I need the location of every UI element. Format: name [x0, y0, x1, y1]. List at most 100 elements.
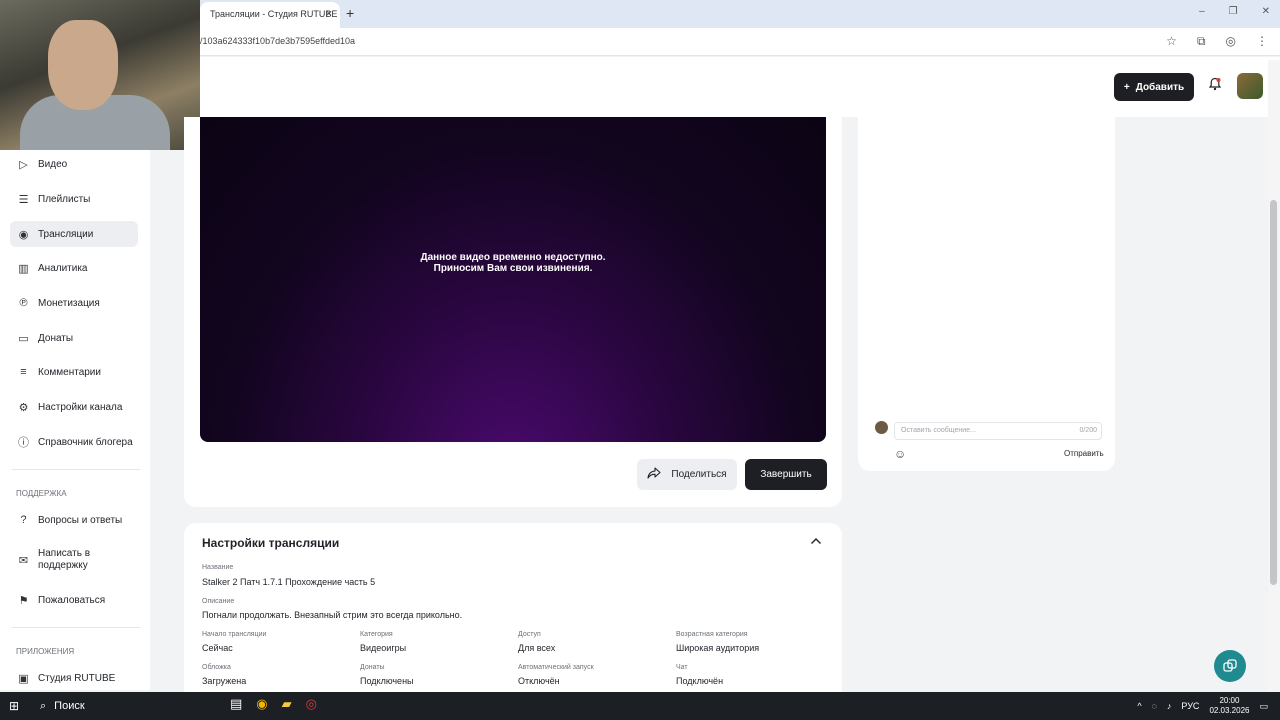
keyboard-language[interactable]: РУС	[1181, 701, 1199, 711]
system-tray: ^ ◌ ♪ РУС 20:00 02.03.2026 ▭	[1137, 696, 1268, 716]
field-value-cover: Загружена	[202, 676, 247, 686]
sidebar-item-channel-settings[interactable]: ⚙ Настройки канала	[10, 394, 138, 420]
sidebar-item-broadcasts[interactable]: ◉ Трансляции	[10, 221, 138, 247]
sidebar-item-label: Справочник блогера	[38, 436, 133, 448]
field-label-category: Категория	[360, 631, 393, 638]
window-controls: – ❐ ✕	[1199, 6, 1270, 17]
file-explorer-icon[interactable]: ▰	[282, 696, 292, 712]
sidebar-item-label: Плейлисты	[38, 193, 91, 205]
field-value-chat: Подключён	[676, 676, 724, 686]
page-scrollbar[interactable]	[1268, 60, 1280, 692]
finish-broadcast-button[interactable]: Завершить	[745, 459, 827, 490]
sidebar-item-write-support[interactable]: ✉ Написать в поддержку	[10, 544, 138, 576]
bookmark-star-icon[interactable]: ☆	[1166, 34, 1177, 49]
tray-chevron-icon[interactable]: ^	[1137, 701, 1141, 711]
field-label-start: Начало трансляции	[202, 631, 267, 638]
notification-center-icon[interactable]: ▭	[1259, 701, 1268, 712]
clock-date: 02.03.2026	[1209, 706, 1250, 715]
add-button[interactable]: + Добавить	[1114, 73, 1194, 101]
sidebar-item-label: Монетизация	[38, 297, 100, 309]
sidebar-item-playlists[interactable]: ☰ Плейлисты	[10, 186, 138, 212]
chart-icon: ▥	[18, 262, 29, 275]
emoji-icon[interactable]: ☺	[894, 447, 906, 461]
sidebar-item-label: Вопросы и ответы	[38, 514, 123, 526]
scrollbar-thumb[interactable]	[1270, 200, 1277, 585]
question-icon: ?	[20, 514, 27, 526]
browser-tab[interactable]: Трансляции - Студия RUTUBE ×	[200, 2, 340, 28]
new-tab-icon[interactable]: +	[346, 5, 354, 21]
minimize-icon[interactable]: –	[1199, 6, 1205, 17]
field-value-name: Stalker 2 Патч 1.7.1 Прохождение часть 5	[202, 577, 376, 587]
profile-icon[interactable]: ◎	[1226, 34, 1236, 49]
windows-start-icon[interactable]: ⊞	[9, 699, 19, 713]
broadcast-settings-card: Настройки трансляции Название Stalker 2 …	[184, 523, 842, 693]
sidebar-item-donations[interactable]: ▭ Донаты	[10, 325, 138, 351]
volume-icon[interactable]: ♪	[1167, 701, 1172, 711]
gear-icon: ⚙	[18, 401, 29, 414]
tab-close-icon[interactable]: ×	[326, 2, 332, 26]
player-message-line2: Приносим Вам свои извинения.	[433, 263, 593, 274]
share-icon	[647, 467, 661, 482]
field-value-age: Широкая аудитория	[676, 643, 760, 653]
task-view-icon[interactable]: ▤	[230, 696, 242, 712]
search-icon: ⌕	[40, 699, 47, 712]
browser-menu-icon[interactable]: ⋮	[1256, 34, 1268, 49]
player-message-line1: Данное видео временно недоступно.	[420, 252, 606, 263]
taskbar-search-label: Поиск	[54, 700, 85, 712]
notifications-bell-icon[interactable]	[1208, 77, 1222, 94]
sidebar-item-video[interactable]: ▷ Видео	[10, 151, 138, 177]
field-value-description: Погнали продолжать. Внезапный стрим это …	[202, 610, 463, 620]
chat-user-avatar	[875, 421, 888, 434]
sidebar-item-monetization[interactable]: ℗ Монетизация	[10, 290, 138, 316]
field-label-chat: Чат	[676, 664, 688, 671]
user-avatar[interactable]	[1237, 73, 1263, 99]
sidebar-item-comments[interactable]: ≡ Комментарии	[10, 359, 138, 385]
sidebar-item-report[interactable]: ⚑ Пожаловаться	[10, 587, 138, 613]
flag-icon: ⚑	[18, 594, 29, 607]
address-bar-icons: ☆ ⧉ ◎ ⋮	[1166, 34, 1268, 49]
collapse-chevron-up-icon[interactable]	[810, 536, 822, 548]
field-label-access: Доступ	[518, 631, 541, 638]
chrome-icon[interactable]: ◉	[256, 696, 267, 712]
sidebar-item-label: Донаты	[38, 332, 74, 344]
sidebar: ▷ Видео ☰ Плейлисты ◉ Трансляции ▥ Анали…	[0, 150, 150, 690]
sidebar-item-label: Трансляции	[38, 228, 94, 240]
video-icon: ▷	[19, 158, 28, 171]
info-icon: ⓘ	[18, 437, 29, 449]
close-window-icon[interactable]: ✕	[1262, 6, 1270, 17]
field-value-access: Для всех	[518, 643, 556, 653]
sidebar-item-label: Аналитика	[38, 262, 88, 274]
coin-icon: ℗	[19, 297, 28, 309]
maximize-icon[interactable]: ❐	[1229, 6, 1238, 17]
sidebar-item-faq[interactable]: ? Вопросы и ответы	[10, 507, 138, 533]
webcam-overlay	[0, 0, 200, 150]
support-heading: ПОДДЕРЖКА	[16, 489, 67, 498]
os-taskbar: ⊞ ⌕ Поиск ▤ ◉ ▰ ◎ ^ ◌ ♪ РУС 20:00 02.03.…	[0, 692, 1280, 720]
chat-message-input[interactable]: Оставить сообщение... 0/200	[894, 422, 1102, 440]
chat-input-placeholder: Оставить сообщение...	[901, 427, 976, 434]
field-label-donations: Донаты	[360, 664, 385, 671]
webcam-person-face	[48, 20, 118, 110]
share-button[interactable]: Поделиться	[637, 459, 737, 490]
sidebar-divider	[12, 627, 140, 628]
field-label-cover: Обложка	[202, 664, 231, 671]
send-button[interactable]: Отправить	[1064, 449, 1104, 458]
network-icon[interactable]: ◌	[1152, 701, 1157, 711]
taskbar-apps: ▤ ◉ ▰ ◎	[230, 696, 317, 712]
sidebar-item-analytics[interactable]: ▥ Аналитика	[10, 255, 138, 281]
add-button-label: Добавить	[1135, 81, 1185, 93]
url-field[interactable]: /103a624333f10b7de3b7595effded10a	[200, 36, 355, 46]
sidebar-item-blogger-guide[interactable]: ⓘ Справочник блогера	[10, 429, 138, 455]
extensions-icon[interactable]: ⧉	[1197, 34, 1206, 49]
tab-title: Трансляции - Студия RUTUBE	[210, 9, 338, 19]
video-player[interactable]: Данное видео временно недоступно. Принос…	[200, 117, 826, 442]
sidebar-item-studio-app[interactable]: ▣ Студия RUTUBE	[10, 665, 138, 691]
taskbar-search[interactable]: ⌕ Поиск	[32, 695, 182, 717]
sidebar-item-label: Написать в поддержку	[38, 548, 91, 571]
taskbar-clock[interactable]: 20:00 02.03.2026	[1209, 696, 1249, 716]
app-header: + Добавить	[200, 57, 1280, 117]
sidebar-item-label: Настройки канала	[38, 401, 123, 413]
obs-icon[interactable]: ◎	[306, 696, 317, 712]
support-chat-icon[interactable]	[1214, 650, 1246, 682]
playlist-icon: ☰	[18, 193, 29, 206]
